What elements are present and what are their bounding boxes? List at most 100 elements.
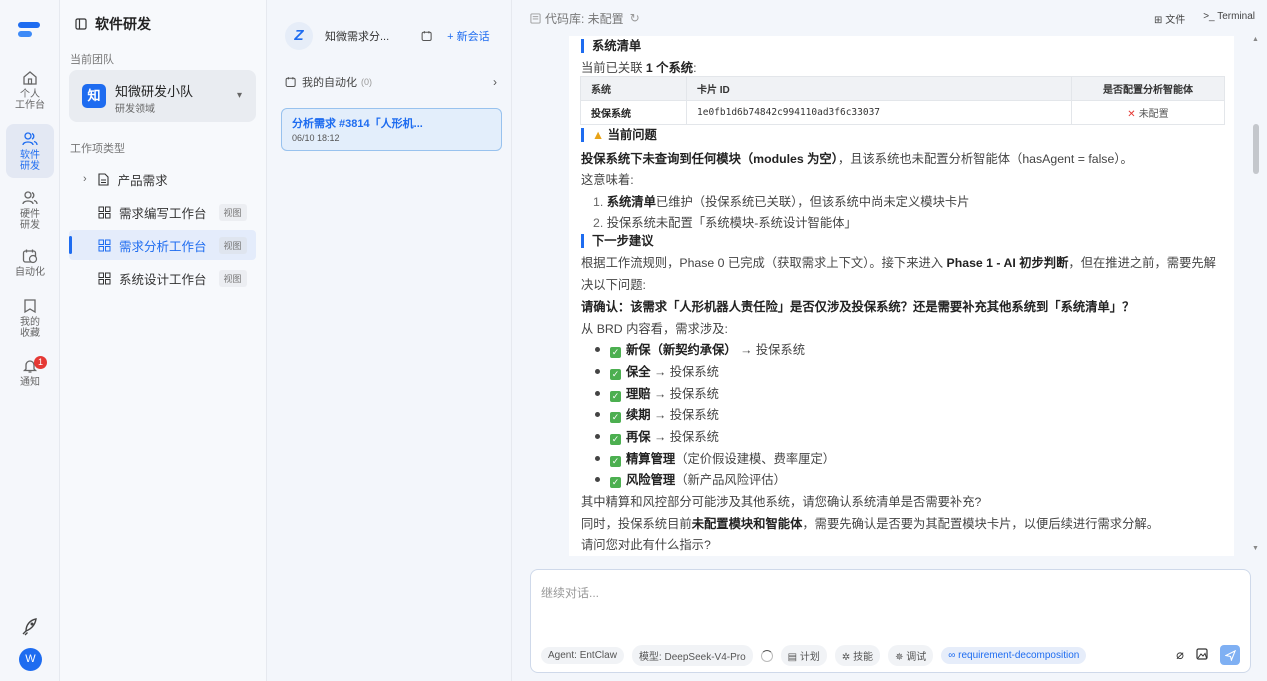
bookmark-icon — [24, 299, 36, 314]
grid-icon — [98, 272, 111, 285]
rail-item-personal[interactable]: 个人 工作台 — [6, 70, 54, 111]
rail-item-notifications[interactable]: 1 通知 — [6, 356, 54, 388]
scrollbar-thumb[interactable] — [1253, 124, 1259, 174]
chevron-right-icon: › — [493, 75, 497, 89]
automation-count: (0) — [361, 77, 372, 87]
text: → 投保系统 — [736, 343, 806, 357]
text-bold: 保全 — [626, 365, 651, 379]
image-icon[interactable] — [1196, 647, 1208, 663]
table-header: 系统 — [580, 76, 687, 101]
panel-toggle-icon[interactable] — [75, 18, 87, 30]
terminal-button[interactable]: >_ Terminal — [1203, 11, 1255, 26]
user-avatar[interactable]: W — [19, 648, 42, 671]
paperclip-icon[interactable]: ⌀ — [1176, 647, 1184, 663]
refresh-icon[interactable]: ↻ — [630, 11, 640, 25]
calendar-clock-icon[interactable] — [421, 30, 433, 42]
text: 同时，投保系统目前 — [581, 517, 692, 531]
text: 当前问题 — [607, 128, 657, 142]
plan-label: 计划 — [799, 652, 820, 663]
rail-item-software[interactable]: 软件 研发 — [6, 124, 54, 178]
scroll-up-icon[interactable]: ▲ — [1252, 36, 1259, 43]
question-text: 请问您对此有什么指示? — [581, 538, 711, 552]
link-icon: ∞ — [948, 650, 959, 661]
plan-button[interactable]: ▤ 计划 — [780, 645, 827, 666]
list-item: ✓ 再保 → 投保系统 — [593, 427, 719, 445]
message-input[interactable]: 继续对话... — [541, 584, 599, 601]
calendar-clock-icon — [22, 249, 38, 264]
sidebar-item-req-writing[interactable]: 需求编写工作台 视图 — [69, 197, 256, 227]
scroll-down-icon[interactable]: ▼ — [1252, 545, 1259, 552]
view-pill: 视图 — [218, 203, 247, 221]
rail-label: 通知 — [20, 377, 40, 388]
debug-button[interactable]: ✵ 调试 — [888, 645, 934, 666]
rail-label: 软件 — [20, 150, 40, 161]
list-item: 1. 系统清单已维护（投保系统已关联），但该系统中尚未定义模块卡片 — [593, 192, 969, 210]
question-text: 同时，投保系统目前未配置模块和智能体，需要先确认是否要为其配置模块卡片，以便后续… — [581, 514, 1159, 532]
sidebar-item-product-requirements[interactable]: › 产品需求 — [69, 164, 256, 194]
rocket-icon[interactable] — [18, 615, 42, 639]
terminal-icon: >_ — [1203, 10, 1218, 22]
sidebar-item-label: 系统设计工作台 — [119, 272, 207, 287]
text: : — [693, 61, 697, 75]
table-cell-system: 投保系统 — [580, 100, 687, 125]
composer[interactable]: 继续对话... Agent: EntClaw 模型: DeepSeek-V4-P… — [530, 569, 1251, 673]
table-header: 卡片 ID — [686, 76, 1072, 101]
brd-text: 从 BRD 内容看，需求涉及: — [581, 322, 728, 336]
text: → 投保系统 — [650, 387, 719, 401]
grid-icon — [98, 239, 111, 252]
check-icon: ✓ — [610, 434, 621, 445]
rail-item-favorites[interactable]: 我的 收藏 — [6, 298, 54, 339]
text: 根据工作流规则，Phase 0 已完成（获取需求上下文）。接下来进入 — [581, 256, 947, 270]
linked-systems-text: 当前已关联 1 个系统: — [581, 58, 696, 76]
message-content: 系统清单 当前已关联 1 个系统: 系统 卡片 ID 是否配置分析智能体 投保系… — [569, 36, 1234, 556]
my-automation-row[interactable]: 我的自动化 (0) › — [285, 74, 497, 90]
status-text: 未配置 — [1138, 109, 1169, 120]
automation-label: 我的自动化 — [302, 77, 357, 89]
sidebar-item-label: 产品需求 — [117, 173, 168, 188]
table-cell-card-id: 1e0fb1d6b74842c994110ad3f6c33037 — [686, 100, 1072, 125]
confirm-text: 请确认：该需求「人形机器人责任险」是否仅涉及投保系统？还是需要补充其他系统到「系… — [581, 297, 1134, 315]
send-button[interactable] — [1220, 645, 1240, 665]
new-session-button[interactable]: + 新会话 — [447, 28, 489, 44]
text: → 投保系统 — [650, 365, 719, 379]
rail-item-hardware[interactable]: 硬件 研发 — [6, 190, 54, 231]
terminal-label: Terminal — [1217, 10, 1255, 22]
worktype-label: 工作项类型 — [70, 143, 125, 155]
assistant-name[interactable]: 知微需求分... — [325, 28, 389, 44]
team-icon: 知 — [82, 84, 106, 108]
chevron-down-icon: ▾ — [236, 90, 242, 101]
team-selector[interactable]: 知 知微研发小队 研发领域 ▾ — [69, 70, 256, 122]
skill-tag[interactable]: ∞ requirement-decomposition — [941, 647, 1087, 664]
sidebar-item-system-design[interactable]: 系统设计工作台 视图 — [69, 263, 256, 293]
top-bar: 代码库: 未配置 ↻ ⊞ 文件 >_ Terminal — [530, 9, 1255, 27]
composer-tools: ⌀ — [1176, 645, 1240, 665]
sidebar-item-req-analysis[interactable]: 需求分析工作台 视图 — [69, 230, 256, 260]
sidebar: 软件研发 当前团队 知 知微研发小队 研发领域 ▾ 工作项类型 › 产品需求 需… — [60, 0, 267, 681]
team-label: 当前团队 — [70, 54, 114, 66]
assistant-avatar: Z — [285, 22, 313, 50]
skill-label: 技能 — [853, 652, 874, 663]
skill-button[interactable]: ✲ 技能 — [834, 645, 881, 666]
next-text: 决以下问题: — [581, 278, 646, 292]
repo-icon — [530, 12, 541, 24]
agent-chip[interactable]: Agent: EntClaw — [541, 647, 624, 664]
text-bold: 理赔 — [626, 387, 651, 401]
list-number: 1. — [593, 195, 607, 209]
session-card[interactable]: 分析需求 #3814「人形机... 06/10 18:12 — [281, 108, 502, 151]
session-title: 分析需求 #3814「人形机... — [292, 118, 423, 130]
rail-label: 个人 — [20, 89, 40, 100]
document-icon — [97, 172, 110, 186]
text-bold: 续期 — [626, 408, 651, 422]
question-text: 其中精算和风控部分可能涉及其他系统，请您确认系统清单是否需要补充? — [581, 495, 982, 509]
files-button[interactable]: ⊞ 文件 — [1154, 11, 1185, 26]
rail-label: 研发 — [20, 220, 40, 231]
rail-item-automation[interactable]: 自动化 — [6, 248, 54, 278]
model-chip[interactable]: 模型: DeepSeek-V4-Pro — [631, 645, 753, 666]
tree-icon: ⊞ — [1154, 14, 1166, 26]
text-bold: 再保 — [626, 430, 651, 444]
repo-status: 代码库: 未配置 — [545, 11, 624, 26]
scrollbar[interactable]: ▲ ▼ — [1249, 36, 1263, 556]
text-bold: 投保系统下未查询到任何模块（modules 为空） — [581, 152, 838, 166]
text-bold: Phase 1 - AI 初步判断 — [946, 256, 1069, 270]
send-icon — [1224, 649, 1236, 661]
